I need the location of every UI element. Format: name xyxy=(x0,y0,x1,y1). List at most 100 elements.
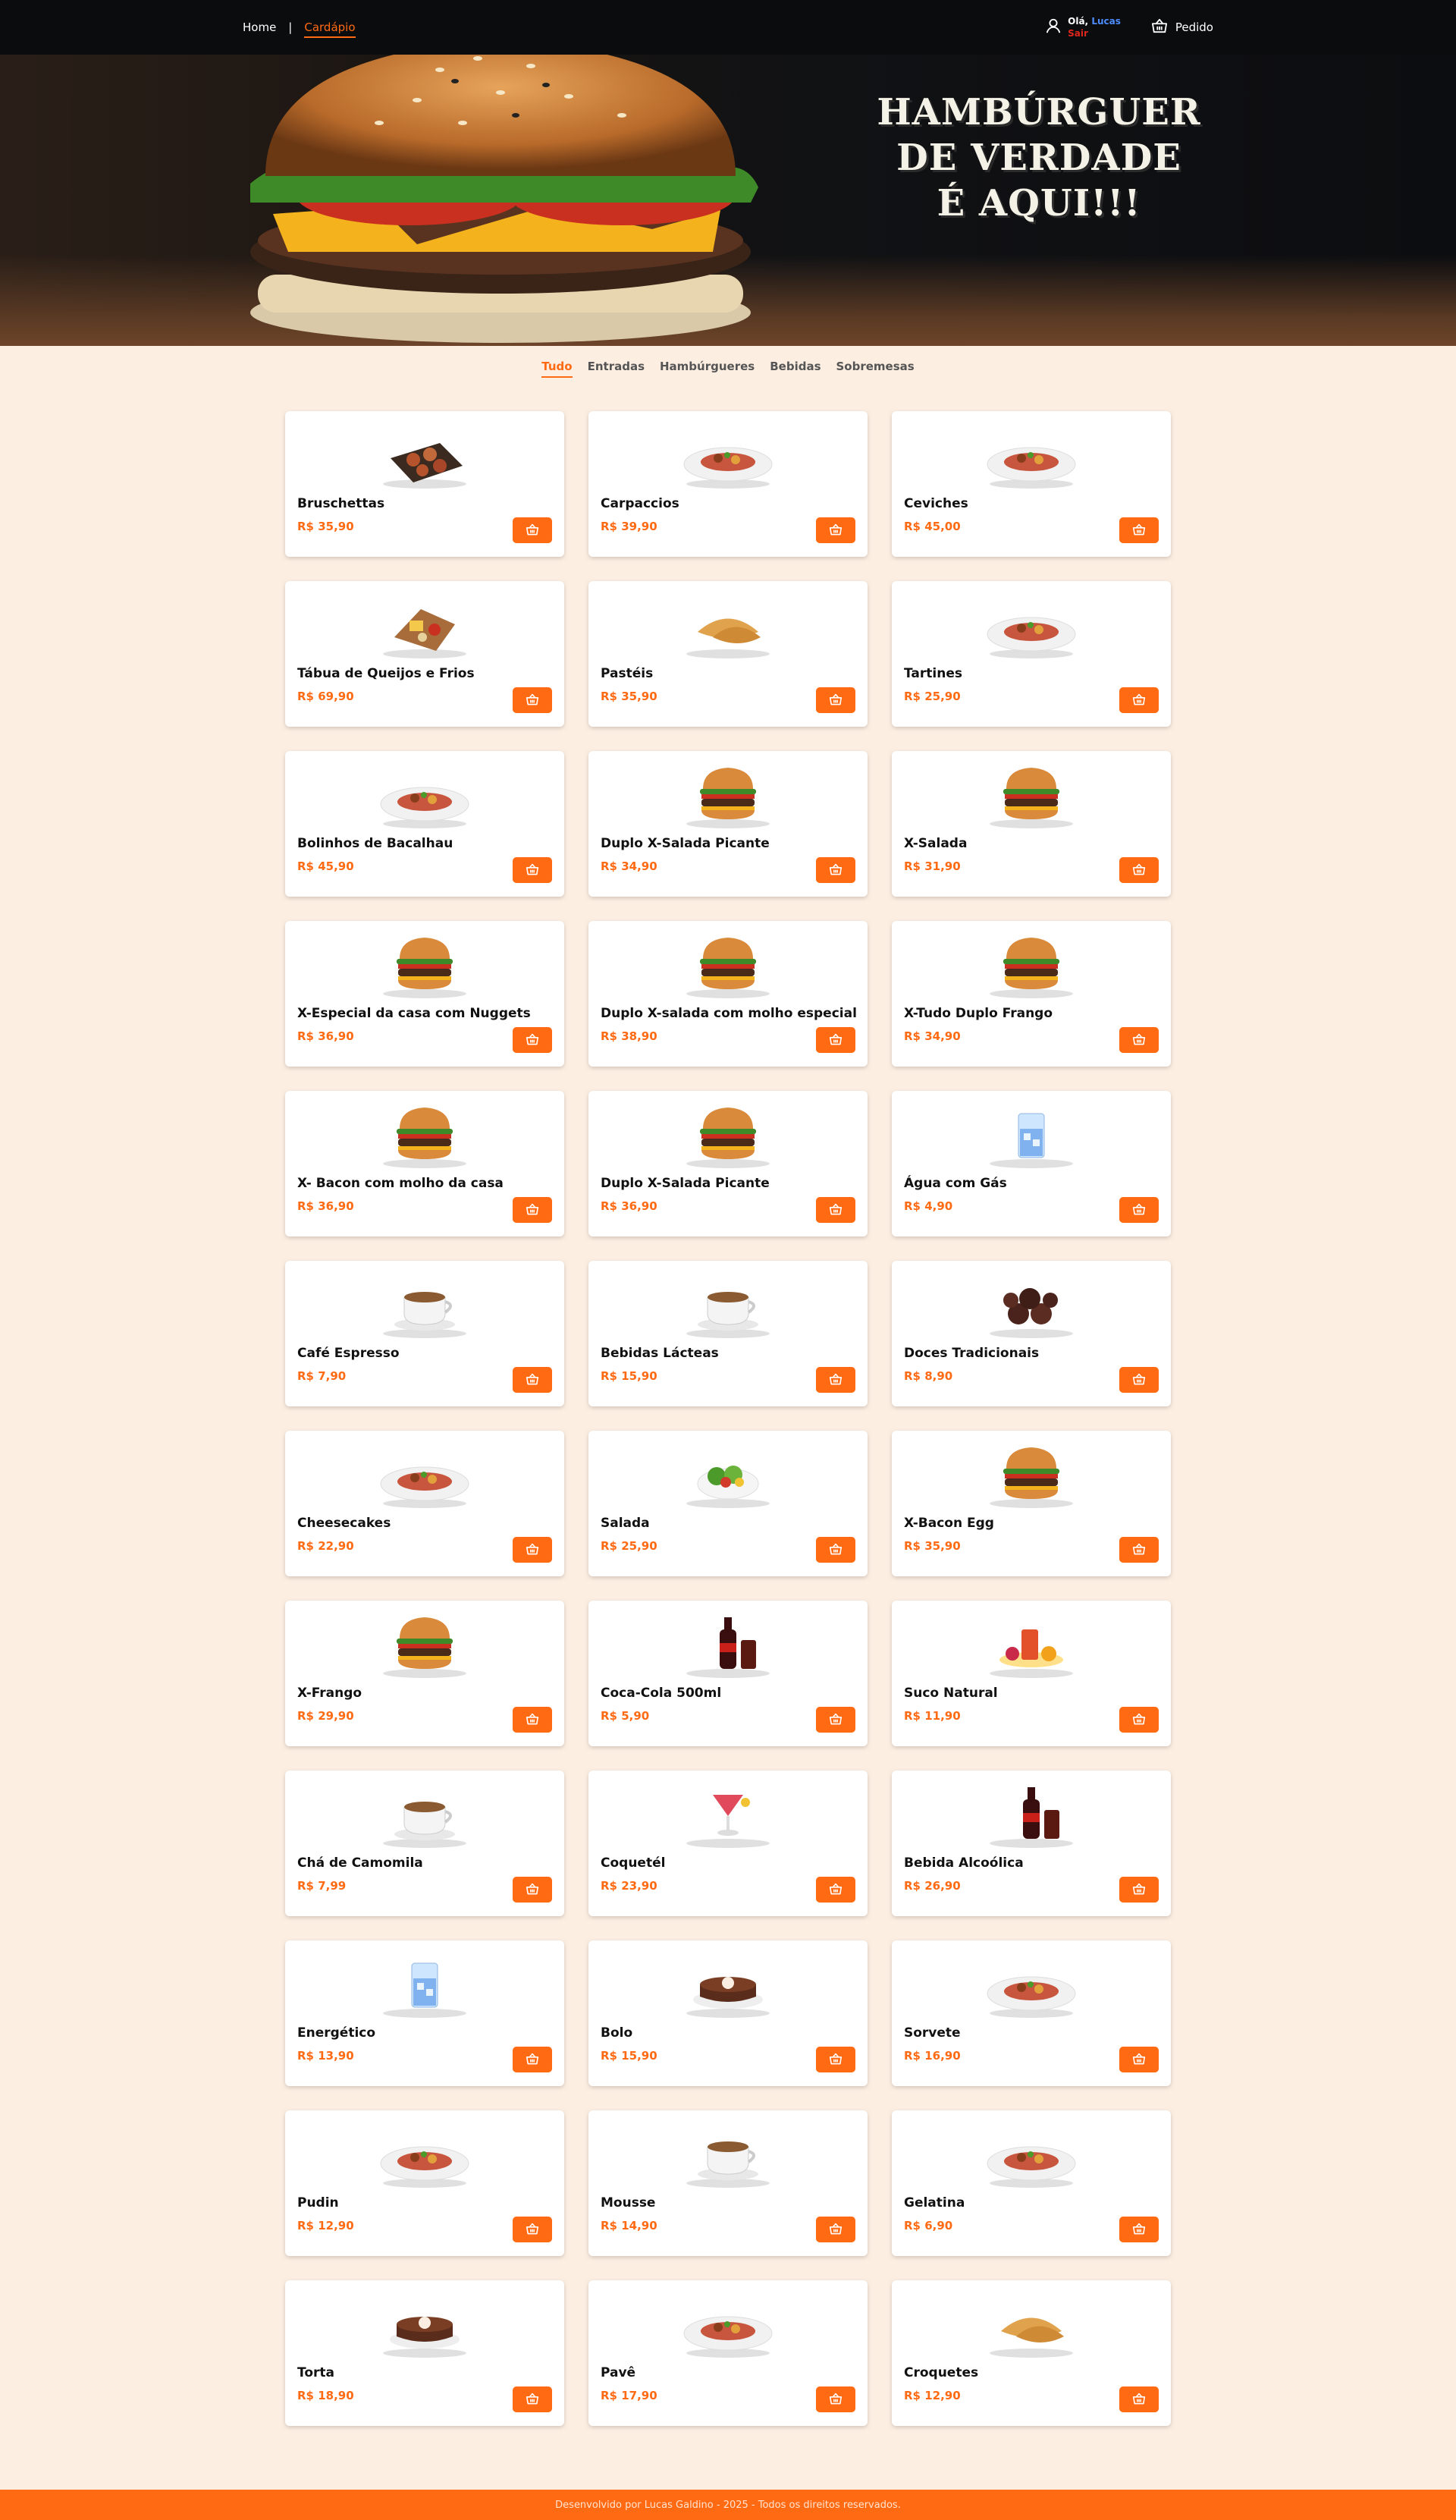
user-greeting: Olá, Lucas Sair xyxy=(1068,15,1121,39)
product-card: Croquetes R$ 12,90 xyxy=(892,2280,1171,2426)
basket-icon xyxy=(526,863,539,878)
product-card: X- Bacon com molho da casa R$ 36,90 xyxy=(285,1091,564,1236)
product-card: Chá de Camomila R$ 7,99 xyxy=(285,1771,564,1916)
order-button[interactable]: Pedido xyxy=(1151,18,1213,36)
product-price: R$ 35,90 xyxy=(297,520,354,533)
nav-actions: Olá, Lucas Sair Pedido xyxy=(1045,0,1213,55)
tab-tudo[interactable]: Tudo xyxy=(541,360,573,378)
add-to-cart-button[interactable] xyxy=(1119,2217,1159,2242)
product-card: X-Tudo Duplo Frango R$ 34,90 xyxy=(892,921,1171,1067)
basket-icon xyxy=(829,863,843,878)
product-image xyxy=(974,1950,1088,2018)
add-to-cart-button[interactable] xyxy=(513,2217,552,2242)
product-card: Ceviches R$ 45,00 xyxy=(892,411,1171,557)
product-image xyxy=(974,590,1088,658)
product-image xyxy=(368,1780,482,1848)
product-card: Sorvete R$ 16,90 xyxy=(892,1940,1171,2086)
basket-icon xyxy=(1132,2223,1146,2237)
add-to-cart-button[interactable] xyxy=(816,1367,855,1393)
add-to-cart-button[interactable] xyxy=(513,1197,552,1223)
basket-icon xyxy=(829,1713,843,1727)
add-to-cart-button[interactable] xyxy=(816,2217,855,2242)
tab-hambúrgueres[interactable]: Hambúrgueres xyxy=(660,360,755,378)
tab-bebidas[interactable]: Bebidas xyxy=(770,360,821,378)
user-account[interactable]: Olá, Lucas Sair xyxy=(1045,15,1121,39)
product-image xyxy=(671,2289,785,2358)
add-to-cart-button[interactable] xyxy=(816,1537,855,1563)
product-card: Bolo R$ 15,90 xyxy=(588,1940,868,2086)
add-to-cart-button[interactable] xyxy=(816,1707,855,1733)
add-to-cart-button[interactable] xyxy=(513,1707,552,1733)
add-to-cart-button[interactable] xyxy=(1119,2386,1159,2412)
add-to-cart-button[interactable] xyxy=(1119,1877,1159,1903)
add-to-cart-button[interactable] xyxy=(1119,517,1159,543)
basket-icon xyxy=(526,1713,539,1727)
nav-separator: | xyxy=(288,20,293,34)
add-to-cart-button[interactable] xyxy=(1119,857,1159,883)
nav-home-link[interactable]: Home xyxy=(243,20,276,34)
product-name: Suco Natural xyxy=(904,1686,998,1701)
add-to-cart-button[interactable] xyxy=(816,1877,855,1903)
add-to-cart-button[interactable] xyxy=(816,687,855,713)
add-to-cart-button[interactable] xyxy=(513,1367,552,1393)
product-name: X-Bacon Egg xyxy=(904,1516,994,1531)
product-name: Bruschettas xyxy=(297,496,385,511)
add-to-cart-button[interactable] xyxy=(513,517,552,543)
add-to-cart-button[interactable] xyxy=(1119,2047,1159,2072)
add-to-cart-button[interactable] xyxy=(1119,1027,1159,1053)
product-price: R$ 25,90 xyxy=(904,690,961,703)
add-to-cart-button[interactable] xyxy=(513,687,552,713)
product-price: R$ 15,90 xyxy=(601,2049,657,2063)
basket-icon xyxy=(1132,693,1146,708)
product-card: Mousse R$ 14,90 xyxy=(588,2110,868,2256)
product-image xyxy=(368,760,482,828)
product-image xyxy=(671,1270,785,1338)
product-image xyxy=(671,1780,785,1848)
add-to-cart-button[interactable] xyxy=(816,1197,855,1223)
product-image xyxy=(671,1100,785,1168)
product-image xyxy=(671,1610,785,1678)
add-to-cart-button[interactable] xyxy=(1119,687,1159,713)
add-to-cart-button[interactable] xyxy=(1119,1707,1159,1733)
product-name: Chá de Camomila xyxy=(297,1855,423,1871)
basket-icon xyxy=(829,1543,843,1557)
product-card: Água com Gás R$ 4,90 xyxy=(892,1091,1171,1236)
basket-icon xyxy=(526,1033,539,1048)
add-to-cart-button[interactable] xyxy=(513,857,552,883)
basket-icon xyxy=(1132,1373,1146,1387)
add-to-cart-button[interactable] xyxy=(1119,1197,1159,1223)
product-name: Pavê xyxy=(601,2365,636,2380)
product-image xyxy=(974,930,1088,998)
add-to-cart-button[interactable] xyxy=(816,1027,855,1053)
tab-sobremesas[interactable]: Sobremesas xyxy=(836,360,915,378)
product-card: Suco Natural R$ 11,90 xyxy=(892,1601,1171,1746)
basket-icon xyxy=(1151,18,1168,36)
add-to-cart-button[interactable] xyxy=(816,517,855,543)
product-card: X-Frango R$ 29,90 xyxy=(285,1601,564,1746)
product-image xyxy=(974,1780,1088,1848)
product-price: R$ 22,90 xyxy=(297,1539,354,1553)
tab-entradas[interactable]: Entradas xyxy=(588,360,645,378)
basket-icon xyxy=(526,2053,539,2067)
order-label: Pedido xyxy=(1175,20,1213,34)
product-name: Doces Tradicionais xyxy=(904,1346,1040,1361)
nav-menu-link[interactable]: Cardápio xyxy=(304,20,356,38)
add-to-cart-button[interactable] xyxy=(816,857,855,883)
add-to-cart-button[interactable] xyxy=(816,2047,855,2072)
add-to-cart-button[interactable] xyxy=(1119,1367,1159,1393)
add-to-cart-button[interactable] xyxy=(1119,1537,1159,1563)
product-price: R$ 12,90 xyxy=(904,2389,961,2402)
add-to-cart-button[interactable] xyxy=(816,2386,855,2412)
add-to-cart-button[interactable] xyxy=(513,1537,552,1563)
add-to-cart-button[interactable] xyxy=(513,1877,552,1903)
add-to-cart-button[interactable] xyxy=(513,1027,552,1053)
add-to-cart-button[interactable] xyxy=(513,2047,552,2072)
logout-link[interactable]: Sair xyxy=(1068,27,1121,39)
product-name: X-Frango xyxy=(297,1686,362,1701)
basket-icon xyxy=(829,693,843,708)
add-to-cart-button[interactable] xyxy=(513,2386,552,2412)
product-price: R$ 17,90 xyxy=(601,2389,657,2402)
product-card: Salada R$ 25,90 xyxy=(588,1431,868,1576)
product-image xyxy=(974,760,1088,828)
product-price: R$ 36,90 xyxy=(601,1199,657,1213)
